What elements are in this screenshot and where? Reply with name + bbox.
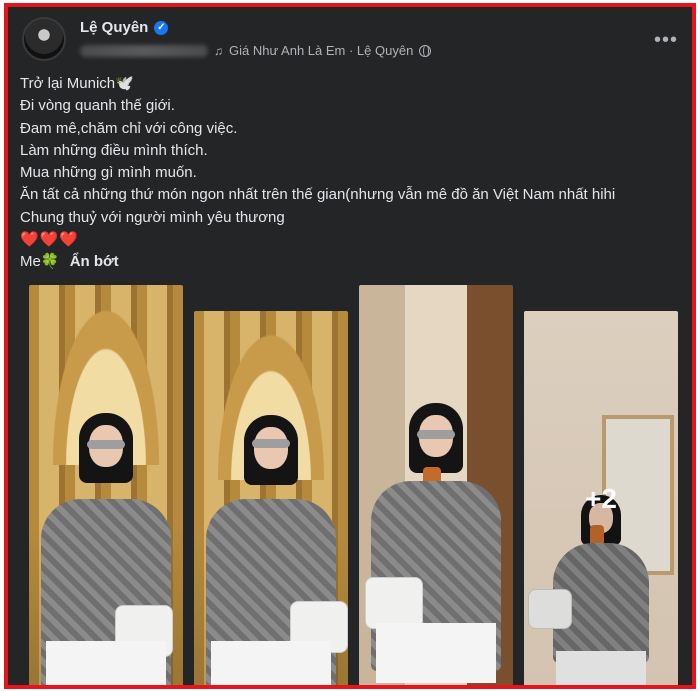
author-name[interactable]: Lệ Quyên <box>80 19 148 36</box>
globe-icon <box>419 44 432 57</box>
song-info[interactable]: Giá Như Anh Là Em · Lệ Quyên <box>229 43 413 58</box>
post-line: Ăn tất cả những thứ món ngon nhất trên t… <box>20 186 616 204</box>
more-options-icon[interactable]: ••• <box>654 29 678 52</box>
more-photos-count: +2 <box>585 482 617 514</box>
photo-4[interactable]: +2 <box>524 311 678 685</box>
more-photos-overlay[interactable]: +2 <box>524 311 678 685</box>
person-face <box>254 427 288 469</box>
photo-1[interactable] <box>29 285 183 685</box>
hearts-line: ❤️❤️❤️ <box>20 231 80 249</box>
handbag <box>365 577 423 629</box>
blurred-timestamp <box>80 44 208 57</box>
post-line: Trở lại Munich🕊️ <box>20 75 134 92</box>
post-line: Đam mê,chăm chỉ với công việc. <box>20 119 238 137</box>
music-note-icon: ♫ <box>214 43 223 58</box>
post-line: Đi vòng quanh thế giới. <box>20 97 175 115</box>
skirt <box>211 641 331 685</box>
post-line: Làm những điều mình thích. <box>20 141 208 159</box>
skirt <box>46 641 166 685</box>
sunglasses <box>252 439 290 448</box>
post-line: Chung thuỷ với người mình yêu thương <box>20 208 285 226</box>
author-row: Lệ Quyên ✓ <box>80 19 169 36</box>
sunglasses <box>417 430 455 439</box>
author-avatar[interactable] <box>22 17 66 61</box>
verified-badge-icon: ✓ <box>154 20 169 35</box>
see-less-link[interactable]: Ẩn bớt <box>70 253 119 270</box>
photo-2[interactable] <box>194 311 348 685</box>
post-card: Lệ Quyên ✓ ♫ Giá Như Anh Là Em · Lệ Quyê… <box>4 3 696 689</box>
post-header: Lệ Quyên ✓ ♫ Giá Như Anh Là Em · Lệ Quyê… <box>22 15 682 65</box>
photo-grid: +2 <box>8 285 692 685</box>
sunglasses <box>87 440 125 449</box>
skirt <box>376 623 496 683</box>
signoff-text: Me🍀 <box>20 253 60 271</box>
post-meta: ♫ Giá Như Anh Là Em · Lệ Quyên <box>80 43 432 58</box>
photo-3[interactable] <box>359 285 513 685</box>
post-text: Trở lại Munich🕊️ Đi vòng quanh thế giới.… <box>20 73 684 274</box>
post-line: Mua những gì mình muốn. <box>20 164 197 182</box>
